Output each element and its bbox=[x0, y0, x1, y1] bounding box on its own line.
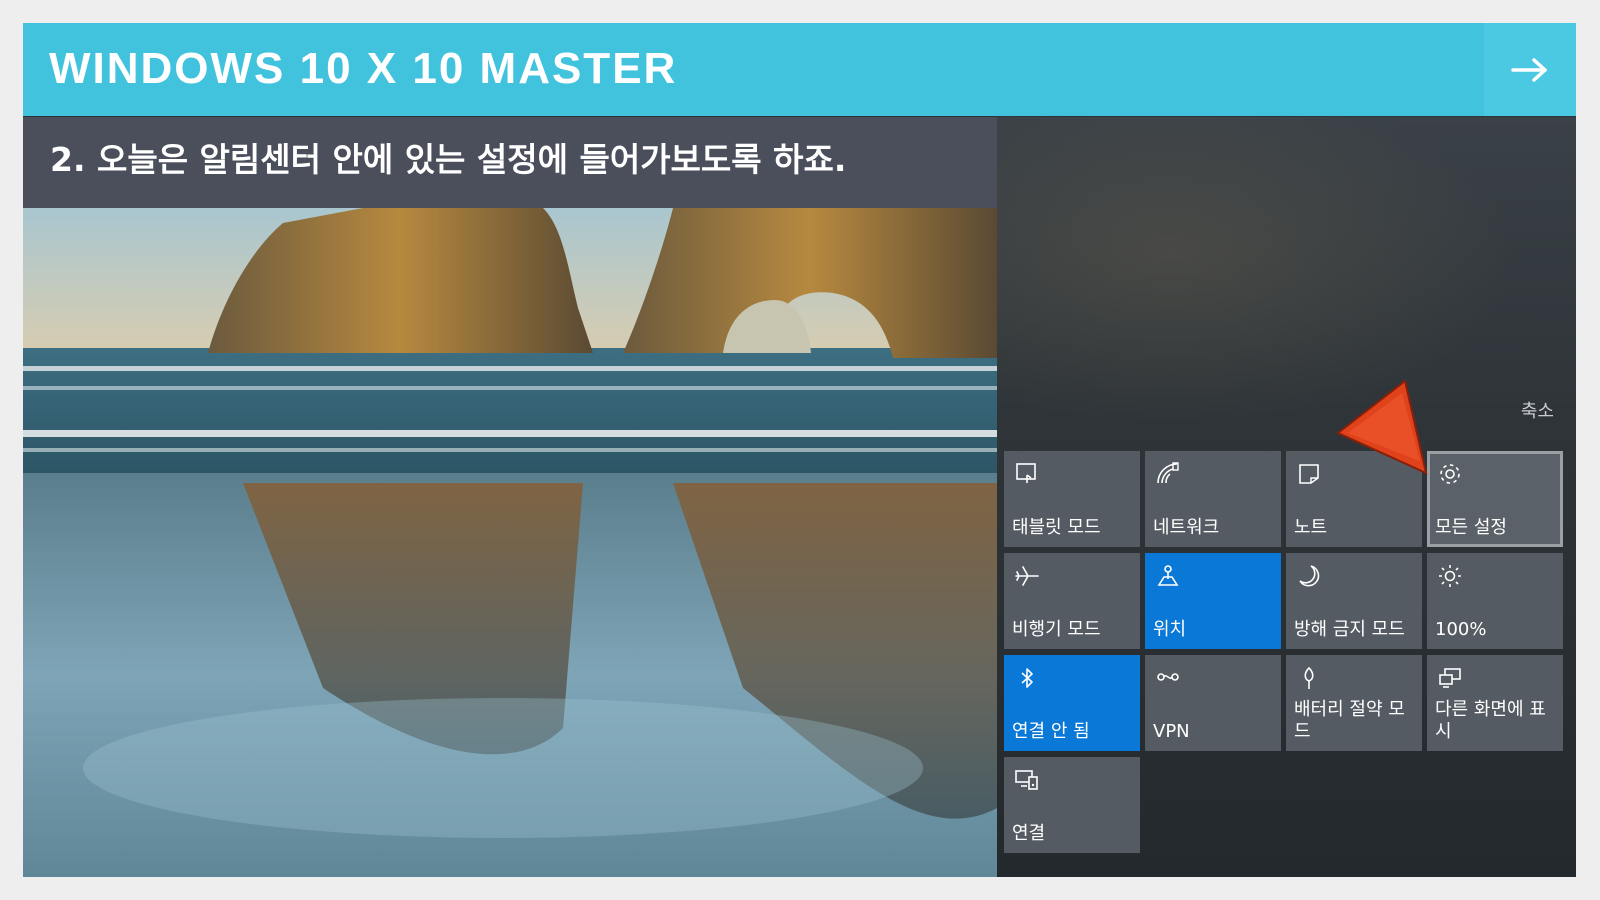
tile-quiet-hours[interactable]: 방해 금지 모드 bbox=[1286, 553, 1422, 649]
tile-label: 100% bbox=[1435, 619, 1487, 640]
desktop-wallpaper bbox=[23, 208, 997, 877]
tile-label: 다른 화면에 표시 bbox=[1435, 699, 1546, 742]
tile-network[interactable]: 네트워크 bbox=[1145, 451, 1281, 547]
slide-header: WINDOWS 10 X 10 MASTER bbox=[23, 23, 1576, 116]
tile-airplane-mode[interactable]: 비행기 모드 bbox=[1004, 553, 1140, 649]
tile-label: 비행기 모드 bbox=[1012, 619, 1101, 640]
tile-vpn[interactable]: VPN bbox=[1145, 655, 1281, 751]
tile-connect[interactable]: 연결 bbox=[1004, 757, 1140, 853]
gear-icon bbox=[1436, 460, 1464, 488]
tile-bluetooth[interactable]: 연결 안 됨 bbox=[1004, 655, 1140, 751]
tile-label: 태블릿 모드 bbox=[1012, 517, 1101, 538]
tile-label: 모든 설정 bbox=[1435, 517, 1507, 538]
arrow-right-icon bbox=[1511, 57, 1547, 82]
vpn-icon bbox=[1154, 664, 1182, 692]
pointer-arrow-annotation bbox=[1336, 379, 1438, 481]
project-icon bbox=[1436, 664, 1464, 692]
tile-label: 방해 금지 모드 bbox=[1294, 619, 1405, 640]
red-pointer-icon bbox=[1336, 379, 1428, 475]
quick-actions-grid: 태블릿 모드 네트워크 노트 모든 설정 비행기 모드 위치 방해 금지 모드 … bbox=[1004, 451, 1563, 853]
slide-title: WINDOWS 10 X 10 MASTER bbox=[49, 44, 678, 93]
beach-wallpaper-image bbox=[23, 208, 997, 877]
battery-saver-icon bbox=[1295, 664, 1323, 692]
tile-project[interactable]: 다른 화면에 표시 bbox=[1427, 655, 1563, 751]
brightness-icon bbox=[1436, 562, 1464, 590]
tile-tablet-mode[interactable]: 태블릿 모드 bbox=[1004, 451, 1140, 547]
tile-location[interactable]: 위치 bbox=[1145, 553, 1281, 649]
collapse-link[interactable]: 축소 bbox=[1521, 401, 1554, 423]
caption-text: 2. 오늘은 알림센터 안에 있는 설정에 들어가보도록 하죠. bbox=[50, 140, 847, 179]
tile-label: 배터리 절약 모드 bbox=[1294, 699, 1405, 742]
moon-icon bbox=[1295, 562, 1323, 590]
note-icon bbox=[1295, 460, 1323, 488]
tile-brightness[interactable]: 100% bbox=[1427, 553, 1563, 649]
tile-all-settings[interactable]: 모든 설정 bbox=[1427, 451, 1563, 547]
location-icon bbox=[1154, 562, 1182, 590]
connect-icon bbox=[1013, 766, 1041, 794]
slide: WINDOWS 10 X 10 MASTER 2. 오늘은 알림센터 안에 있는… bbox=[23, 23, 1576, 877]
network-icon bbox=[1154, 460, 1182, 488]
action-center-panel: 축소 태블릿 모드 네트워크 노트 모든 설정 비행기 모드 위치 방해 금지 … bbox=[997, 117, 1576, 877]
tile-label: 위치 bbox=[1153, 619, 1187, 640]
next-slide-button[interactable] bbox=[1484, 23, 1576, 116]
tile-battery-saver[interactable]: 배터리 절약 모드 bbox=[1286, 655, 1422, 751]
tile-label: VPN bbox=[1153, 721, 1190, 742]
tile-label: 네트워크 bbox=[1153, 517, 1220, 538]
airplane-icon bbox=[1013, 562, 1041, 590]
bluetooth-icon bbox=[1013, 664, 1041, 692]
tablet-mode-icon bbox=[1013, 460, 1041, 488]
tile-label: 연결 안 됨 bbox=[1012, 721, 1090, 742]
tile-label: 노트 bbox=[1294, 517, 1328, 538]
tile-label: 연결 bbox=[1012, 823, 1046, 844]
